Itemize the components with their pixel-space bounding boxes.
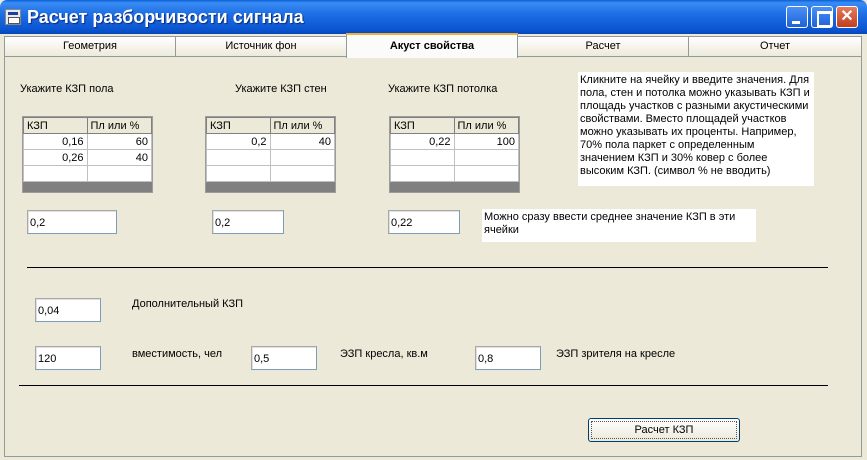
grid-cell[interactable]: 40 bbox=[86, 149, 153, 166]
seat-label: ЭЗП кресла, кв.м bbox=[340, 348, 428, 360]
grid-header: КЗП bbox=[390, 117, 455, 134]
grid-cell[interactable] bbox=[453, 165, 520, 182]
divider bbox=[27, 267, 828, 268]
floor-grid[interactable]: КЗП Пл или % 0,16 60 0,26 40 bbox=[22, 116, 153, 193]
calc-kzp-button[interactable]: Расчет КЗП bbox=[588, 418, 740, 442]
viewer-input[interactable]: 0,8 bbox=[475, 346, 541, 370]
grid-cell[interactable] bbox=[86, 165, 153, 182]
extra-kzp-label: Дополнительный КЗП bbox=[132, 298, 243, 310]
walls-average-input[interactable]: 0,2 bbox=[212, 210, 284, 234]
capacity-input[interactable]: 120 bbox=[35, 346, 101, 370]
app-icon bbox=[5, 9, 21, 25]
grid-cell[interactable]: 0,26 bbox=[23, 149, 88, 166]
walls-grid[interactable]: КЗП Пл или % 0,2 40 bbox=[205, 116, 336, 193]
walls-label: Укажите КЗП стен bbox=[235, 83, 327, 95]
grid-cell[interactable]: 60 bbox=[86, 133, 153, 150]
ceiling-label: Укажите КЗП потолка bbox=[388, 83, 498, 95]
grid-cell[interactable] bbox=[269, 149, 336, 166]
grid-cell[interactable] bbox=[23, 165, 88, 182]
window-title: Расчет разборчивости сигнала bbox=[27, 7, 304, 27]
grid-cell[interactable] bbox=[269, 165, 336, 182]
grid-cell[interactable]: 0,2 bbox=[206, 133, 271, 150]
tab-report[interactable]: Отчет bbox=[688, 36, 862, 57]
grid-header: КЗП bbox=[206, 117, 271, 134]
ceiling-average-input[interactable]: 0,22 bbox=[388, 210, 460, 234]
grid-header: Пл или % bbox=[453, 117, 520, 134]
seat-input[interactable]: 0,5 bbox=[251, 346, 317, 370]
tab-source-background[interactable]: Источник фон bbox=[175, 36, 347, 57]
tab-acoustic-properties[interactable]: Акуст свойства bbox=[346, 33, 518, 58]
help-note: Кликните на ячейку и введите значения. Д… bbox=[578, 72, 814, 186]
maximize-button[interactable] bbox=[811, 6, 833, 28]
minimize-button[interactable] bbox=[786, 6, 808, 28]
floor-label: Укажите КЗП пола bbox=[20, 83, 114, 95]
grid-cell[interactable] bbox=[390, 149, 455, 166]
tab-geometry[interactable]: Геометрия bbox=[4, 36, 176, 57]
ceiling-grid[interactable]: КЗП Пл или % 0,22 100 bbox=[389, 116, 520, 193]
grid-cell[interactable]: 100 bbox=[453, 133, 520, 150]
extra-kzp-input[interactable]: 0,04 bbox=[35, 298, 101, 322]
grid-header: Пл или % bbox=[86, 117, 153, 134]
grid-cell[interactable] bbox=[453, 149, 520, 166]
viewer-label: ЭЗП зрителя на кресле bbox=[556, 348, 676, 360]
grid-header: КЗП bbox=[23, 117, 88, 134]
average-note: Можно сразу ввести среднее значение КЗП … bbox=[482, 209, 756, 242]
tab-calculation[interactable]: Расчет bbox=[517, 36, 689, 57]
close-button[interactable]: ✕ bbox=[836, 6, 858, 28]
capacity-label: вместимость, чел bbox=[132, 348, 223, 360]
floor-average-input[interactable]: 0,2 bbox=[27, 210, 117, 234]
grid-cell[interactable]: 40 bbox=[269, 133, 336, 150]
grid-cell[interactable]: 0,16 bbox=[23, 133, 88, 150]
grid-cell[interactable] bbox=[390, 165, 455, 182]
grid-cell[interactable]: 0,22 bbox=[390, 133, 455, 150]
grid-cell[interactable] bbox=[206, 149, 271, 166]
grid-cell[interactable] bbox=[206, 165, 271, 182]
calc-kzp-button-label: Расчет КЗП bbox=[591, 421, 737, 439]
divider bbox=[19, 385, 828, 386]
title-bar: Расчет разборчивости сигнала ✕ bbox=[0, 0, 867, 34]
grid-header: Пл или % bbox=[269, 117, 336, 134]
